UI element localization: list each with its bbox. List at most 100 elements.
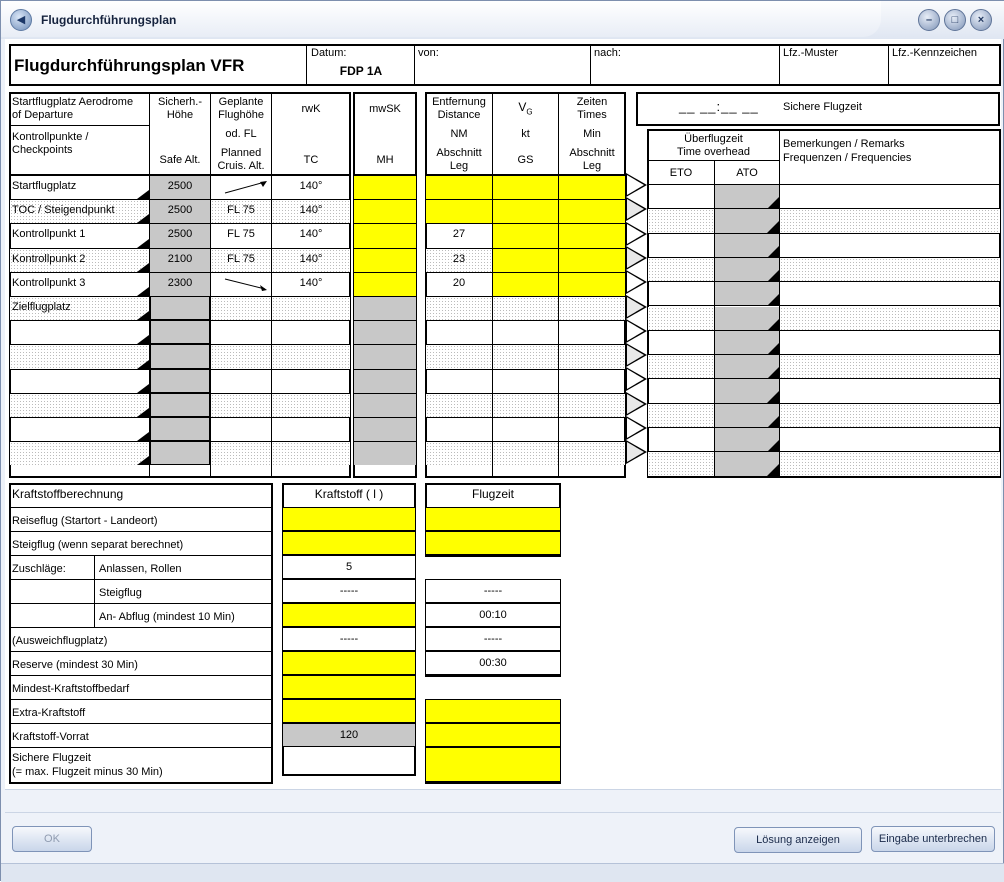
fuel-extra-input[interactable] (283, 699, 415, 723)
fuel-steigflug-input[interactable] (283, 531, 415, 555)
eto-cell[interactable] (648, 452, 714, 477)
remarks-cell[interactable] (780, 209, 1000, 234)
show-solution-button[interactable]: Lösung anzeigen (734, 827, 862, 853)
eto-cell[interactable] (648, 379, 714, 404)
time-steigflug-input[interactable] (426, 531, 560, 555)
fuel-mindest-input[interactable] (283, 675, 415, 699)
time-extra-input[interactable] (426, 699, 560, 723)
gs-cell[interactable] (493, 223, 558, 248)
gs-cell[interactable] (493, 392, 558, 417)
remarks-cell[interactable] (780, 185, 1000, 210)
time-reiseflug-input[interactable] (426, 507, 560, 531)
distance-cell[interactable] (426, 344, 492, 369)
mh-input[interactable] (354, 271, 416, 296)
mh-input[interactable] (354, 199, 416, 224)
distance-cell[interactable] (426, 417, 492, 441)
fuel-anflug-input[interactable] (283, 603, 415, 627)
planned-alt-cell[interactable] (211, 320, 271, 344)
leg-time-cell[interactable] (559, 441, 625, 466)
fuel-reiseflug-input[interactable] (283, 507, 415, 531)
time-vorrat-input[interactable] (426, 723, 560, 747)
leg-time-cell[interactable] (559, 296, 625, 321)
leg-time-cell[interactable] (559, 320, 625, 344)
minimize-icon[interactable]: – (918, 9, 940, 31)
remarks-cell[interactable] (780, 379, 1000, 404)
gs-cell[interactable] (493, 320, 558, 344)
eto-cell[interactable] (648, 234, 714, 258)
eto-cell[interactable] (648, 306, 714, 331)
planned-alt-cell[interactable] (211, 344, 271, 369)
eto-cell[interactable] (648, 331, 714, 356)
eto-cell[interactable] (648, 209, 714, 234)
tc-cell[interactable] (272, 320, 350, 344)
eto-cell[interactable] (648, 282, 714, 307)
leg-time-cell[interactable] (559, 344, 625, 369)
planned-alt-cell[interactable] (211, 296, 271, 321)
eto-cell[interactable] (648, 403, 714, 428)
gs-cell[interactable] (493, 175, 558, 200)
leg-time-cell[interactable] (559, 271, 625, 296)
eto-cell[interactable] (648, 185, 714, 210)
safe-alt-cell[interactable] (150, 296, 210, 321)
leg-time-cell[interactable] (559, 199, 625, 224)
distance-cell[interactable] (426, 296, 492, 321)
remarks-cell[interactable] (780, 282, 1000, 307)
maximize-icon[interactable]: □ (944, 9, 966, 31)
safe-alt-cell[interactable] (150, 392, 210, 417)
safe-alt-cell[interactable] (150, 320, 210, 345)
remarks-cell[interactable] (780, 234, 1000, 258)
planned-alt-cell[interactable] (211, 417, 271, 441)
gs-cell[interactable] (493, 199, 558, 224)
safe-alt-cell[interactable] (150, 344, 210, 369)
ok-button[interactable]: OK (12, 826, 92, 852)
leg-time-cell[interactable] (559, 392, 625, 417)
tc-cell[interactable] (272, 417, 350, 441)
close-icon[interactable]: × (970, 9, 992, 31)
remarks-cell[interactable] (780, 428, 1000, 453)
planned-alt-cell[interactable] (211, 392, 271, 417)
tc-cell[interactable] (272, 392, 350, 417)
eto-cell[interactable] (648, 428, 714, 453)
gs-cell[interactable] (493, 368, 558, 393)
leg-time-cell[interactable] (559, 223, 625, 248)
remarks-cell[interactable] (780, 257, 1000, 283)
safe-alt-cell[interactable] (150, 368, 210, 393)
gs-cell[interactable] (493, 344, 558, 369)
remarks-cell[interactable] (780, 403, 1000, 428)
gs-cell[interactable] (493, 271, 558, 296)
leg-time-cell[interactable] (559, 247, 625, 272)
distance-cell[interactable] (426, 441, 492, 466)
mh-input[interactable] (354, 223, 416, 248)
safe-alt-cell[interactable] (150, 417, 210, 442)
distance-cell[interactable] (426, 392, 492, 417)
remarks-cell[interactable] (780, 355, 1000, 380)
time-sichere-input[interactable] (426, 747, 560, 782)
remarks-cell[interactable] (780, 306, 1000, 331)
mh-input[interactable] (354, 247, 416, 272)
remarks-cell[interactable] (780, 452, 1000, 477)
leg-time-cell[interactable] (559, 175, 625, 200)
distance-cell[interactable] (426, 368, 492, 393)
leg-time-cell[interactable] (559, 368, 625, 393)
gs-cell[interactable] (493, 441, 558, 466)
fuel-reserve-input[interactable] (283, 651, 415, 675)
tc-cell[interactable] (272, 344, 350, 369)
gs-cell[interactable] (493, 247, 558, 272)
planned-alt-cell[interactable] (211, 441, 271, 466)
tc-cell[interactable] (272, 441, 350, 466)
mh-input[interactable] (354, 175, 416, 200)
remarks-cell[interactable] (780, 331, 1000, 356)
distance-cell[interactable] (426, 320, 492, 344)
eto-cell[interactable] (648, 355, 714, 380)
tc-cell[interactable] (272, 368, 350, 393)
distance-cell[interactable] (426, 199, 492, 224)
tc-cell[interactable] (272, 296, 350, 321)
gs-cell[interactable] (493, 417, 558, 441)
leg-time-cell[interactable] (559, 417, 625, 441)
abort-input-button[interactable]: Eingabe unterbrechen (871, 826, 995, 852)
safe-alt-cell[interactable] (150, 441, 210, 466)
distance-cell[interactable] (426, 175, 492, 200)
gs-cell[interactable] (493, 296, 558, 321)
planned-alt-cell[interactable] (211, 368, 271, 393)
eto-cell[interactable] (648, 257, 714, 283)
